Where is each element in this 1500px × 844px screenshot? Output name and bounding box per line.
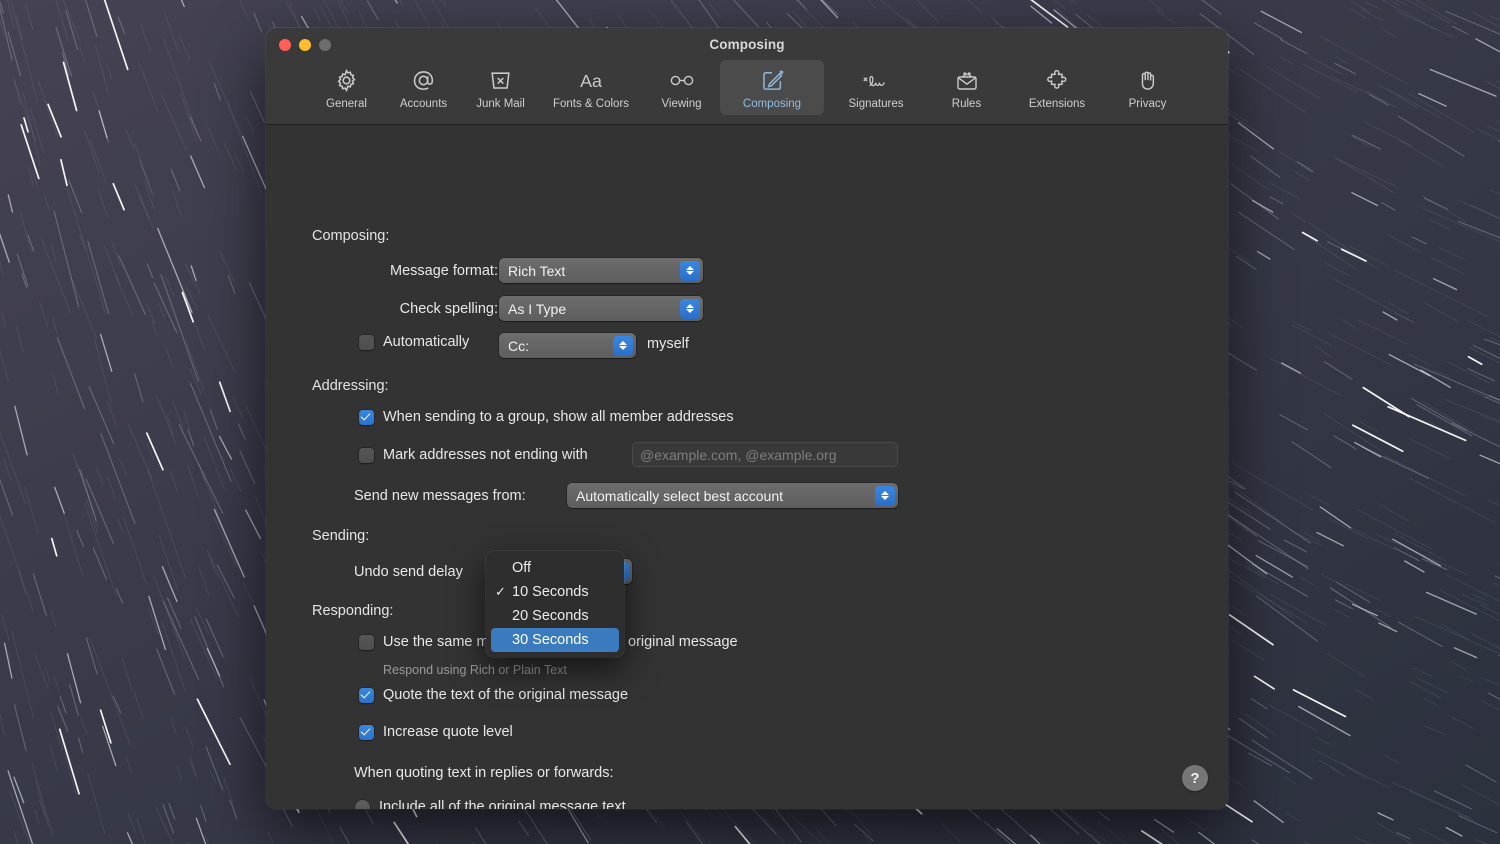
increase-quote-row[interactable]: Increase quote level	[359, 724, 513, 740]
group-addresses-row[interactable]: When sending to a group, show all member…	[359, 409, 734, 425]
check-spelling-select[interactable]: As I Type	[499, 296, 703, 321]
auto-cc-value: Cc:	[508, 337, 529, 354]
fonts-aa-icon: Aa	[575, 66, 607, 94]
tab-accounts-label: Accounts	[399, 98, 448, 110]
same-format-checkbox[interactable]	[359, 634, 374, 650]
tab-fonts-and-colors-label: Fonts & Colors	[552, 98, 630, 110]
menu-item-20-seconds[interactable]: 20 Seconds	[491, 604, 619, 628]
increase-quote-checkbox[interactable]	[359, 724, 374, 740]
menu-item-10-seconds-label: 10 Seconds	[512, 584, 589, 600]
send-from-label: Send new messages from:	[354, 488, 526, 504]
chevron-updown-icon[interactable]	[680, 260, 700, 281]
message-format-value: Rich Text	[508, 262, 566, 279]
sending-section-heading: Sending:	[312, 528, 370, 544]
menu-item-30-seconds-label: 30 Seconds	[512, 632, 589, 648]
compose-pencil-icon	[760, 66, 785, 94]
quote-text-checkbox[interactable]	[359, 687, 374, 703]
help-button[interactable]: ?	[1182, 765, 1208, 791]
menu-item-20-seconds-label: 20 Seconds	[512, 608, 589, 624]
check-spelling-label: Check spelling:	[399, 301, 498, 317]
quote-option-include-all-radio[interactable]	[355, 799, 370, 809]
window-title: Composing	[709, 37, 785, 52]
group-addresses-checkbox[interactable]	[359, 409, 374, 425]
quote-text-label: Quote the text of the original message	[383, 687, 629, 703]
menu-item-off[interactable]: Off	[491, 556, 619, 580]
tab-composing-label: Composing	[742, 98, 802, 110]
hand-icon	[1135, 66, 1160, 94]
gear-icon	[334, 66, 359, 94]
auto-cc-row: Automatically	[359, 334, 469, 350]
undo-send-delay-label: Undo send delay	[354, 564, 463, 580]
mark-addresses-placeholder: @example.com, @example.org	[640, 446, 837, 463]
tab-fonts-and-colors[interactable]: Aa Fonts & Colors	[539, 60, 643, 115]
chevron-updown-icon[interactable]	[613, 335, 633, 356]
tab-privacy-label: Privacy	[1128, 98, 1167, 110]
window-titlebar: Composing General Accounts Junk Mail Aa …	[266, 28, 1228, 125]
puzzle-icon	[1044, 66, 1071, 94]
signature-icon	[861, 66, 891, 94]
question-mark-icon: ?	[1190, 769, 1200, 787]
glasses-icon	[668, 66, 696, 94]
message-format-label: Message format:	[390, 263, 498, 279]
menu-item-30-seconds[interactable]: 30 Seconds	[491, 628, 619, 652]
svg-text:Aa: Aa	[580, 71, 602, 91]
mark-addresses-input[interactable]: @example.com, @example.org	[632, 442, 898, 467]
chevron-updown-icon[interactable]	[875, 485, 895, 506]
auto-cc-select[interactable]: Cc:	[499, 333, 636, 358]
tab-general[interactable]: General	[308, 60, 385, 115]
tab-viewing-label: Viewing	[661, 98, 702, 110]
chevron-updown-icon[interactable]	[680, 298, 700, 319]
tab-composing[interactable]: Composing	[720, 60, 824, 115]
auto-cc-suffix: myself	[647, 336, 689, 352]
tab-rules-label: Rules	[951, 98, 982, 110]
undo-send-delay-menu[interactable]: Off ✓ 10 Seconds 20 Seconds 30 Seconds	[486, 551, 624, 657]
group-addresses-label: When sending to a group, show all member…	[383, 409, 734, 425]
junk-bin-icon	[488, 66, 513, 94]
quote-option-include-all-label: Include all of the original message text	[379, 799, 626, 809]
tab-signatures-label: Signatures	[848, 98, 904, 110]
tab-extensions-label: Extensions	[1028, 98, 1086, 110]
composing-pane: Composing: Message format: Rich Text Che…	[266, 125, 1228, 809]
mail-preferences-window: Composing General Accounts Junk Mail Aa …	[266, 28, 1228, 809]
responding-section-heading: Responding:	[312, 603, 394, 619]
menu-item-off-label: Off	[512, 560, 532, 576]
quoting-heading: When quoting text in replies or forwards…	[354, 765, 614, 781]
auto-cc-checkbox[interactable]	[359, 334, 374, 350]
message-format-select[interactable]: Rich Text	[499, 258, 703, 283]
composing-section-heading: Composing:	[312, 228, 390, 244]
tab-accounts[interactable]: Accounts	[385, 60, 462, 115]
quote-text-row[interactable]: Quote the text of the original message	[359, 687, 628, 703]
desktop: Composing General Accounts Junk Mail Aa …	[0, 0, 1500, 844]
preferences-toolbar: General Accounts Junk Mail Aa Fonts & Co…	[266, 60, 1228, 115]
increase-quote-label: Increase quote level	[383, 724, 513, 740]
tab-signatures[interactable]: Signatures	[824, 60, 928, 115]
quote-option-include-all-row[interactable]: Include all of the original message text	[355, 799, 626, 809]
rules-envelope-icon	[954, 66, 980, 94]
tab-general-label: General	[326, 98, 367, 110]
tab-junk-mail-label: Junk Mail	[476, 98, 525, 110]
mark-addresses-row[interactable]: Mark addresses not ending with	[359, 447, 588, 463]
send-from-value: Automatically select best account	[576, 487, 783, 504]
menu-item-10-seconds[interactable]: ✓ 10 Seconds	[491, 580, 619, 604]
auto-cc-label: Automatically	[383, 334, 470, 350]
tab-junk-mail[interactable]: Junk Mail	[462, 60, 539, 115]
tab-privacy[interactable]: Privacy	[1109, 60, 1186, 115]
at-sign-icon	[411, 66, 436, 94]
tab-viewing[interactable]: Viewing	[643, 60, 720, 115]
checkmark-icon: ✓	[495, 584, 506, 599]
check-spelling-value: As I Type	[508, 300, 567, 317]
mark-addresses-checkbox[interactable]	[359, 447, 374, 463]
mark-addresses-label: Mark addresses not ending with	[383, 447, 588, 463]
send-from-select[interactable]: Automatically select best account	[567, 483, 898, 508]
tab-rules[interactable]: Rules	[928, 60, 1005, 115]
tab-extensions[interactable]: Extensions	[1005, 60, 1109, 115]
addressing-section-heading: Addressing:	[312, 378, 389, 394]
same-format-sublabel: Respond using Rich or Plain Text	[383, 663, 567, 677]
